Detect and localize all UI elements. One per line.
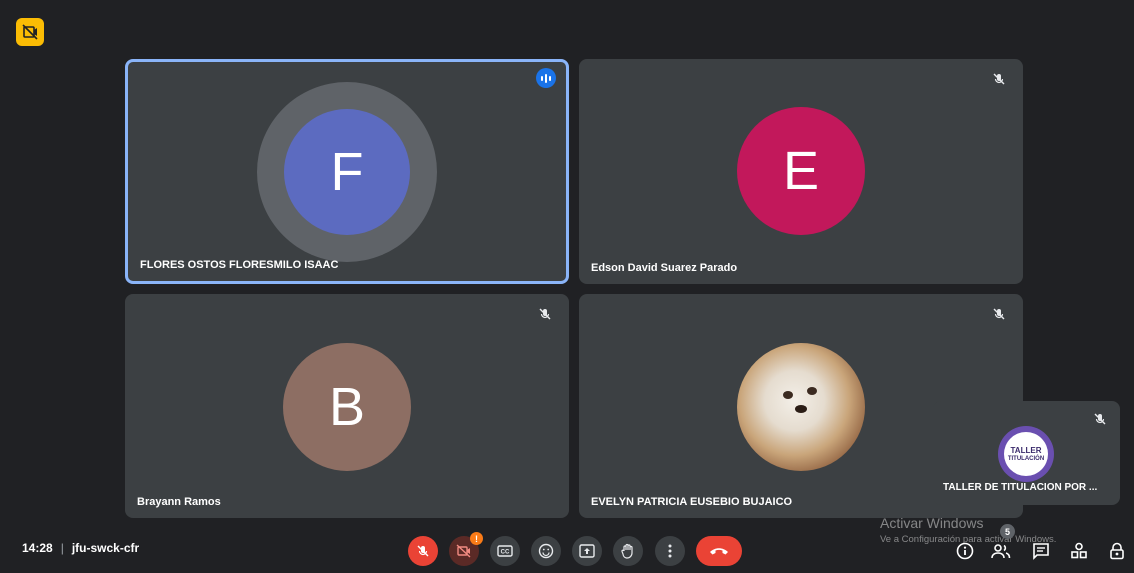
self-view-tile[interactable]: TALLER TITULACIÓN TALLER DE TITULACION P… xyxy=(933,401,1120,505)
info-icon xyxy=(956,542,974,560)
logo-text-taller: TALLER xyxy=(1010,445,1042,455)
avatar-initial: E xyxy=(782,141,820,201)
hidden-self-view-button[interactable] xyxy=(16,18,44,46)
mic-toggle-button[interactable] xyxy=(408,536,438,566)
emoji-button[interactable] xyxy=(531,536,561,566)
speaking-indicator-icon xyxy=(536,68,556,88)
leave-call-button[interactable] xyxy=(696,536,742,566)
svg-text:CC: CC xyxy=(501,550,510,556)
meeting-code: jfu-swck-cfr xyxy=(71,541,140,555)
mic-off-icon xyxy=(533,302,557,326)
people-button[interactable]: 5 xyxy=(988,524,1015,564)
avatar-photo xyxy=(737,343,865,471)
mic-off-icon xyxy=(987,67,1011,91)
camera-off-icon xyxy=(456,544,471,558)
participant-tile-edson[interactable]: E Edson David Suarez Parado xyxy=(579,59,1023,284)
meeting-separator: | xyxy=(60,541,64,555)
more-vert-icon xyxy=(668,544,672,558)
mic-off-icon xyxy=(417,545,429,557)
avatar: E xyxy=(737,107,865,235)
present-button[interactable] xyxy=(572,536,602,566)
avatar-initial: B xyxy=(328,377,366,437)
emoji-icon xyxy=(538,543,554,559)
participant-name: EVELYN PATRICIA EUSEBIO BUJAICO xyxy=(591,496,793,508)
captions-button[interactable]: CC xyxy=(490,536,520,566)
meeting-details: 14:28 | jfu-swck-cfr xyxy=(22,541,139,555)
host-controls-button[interactable] xyxy=(1104,538,1130,564)
camera-toggle-button[interactable]: ! xyxy=(449,532,483,566)
people-icon xyxy=(991,544,1011,559)
lock-person-icon xyxy=(1110,542,1124,560)
watermark-title: Activar Windows xyxy=(880,515,984,531)
mic-off-icon xyxy=(987,302,1011,326)
avatar-initial: F xyxy=(330,142,364,202)
activities-button[interactable] xyxy=(1066,538,1092,564)
participant-name: FLORES OSTOS FLORESMILO ISAAC xyxy=(140,259,339,271)
raise-hand-button[interactable] xyxy=(613,536,643,566)
participant-name: Brayann Ramos xyxy=(137,496,221,508)
hidden-self-view-icon xyxy=(22,24,38,40)
captions-icon: CC xyxy=(497,545,513,557)
participant-tile-brayann[interactable]: B Brayann Ramos xyxy=(125,294,569,518)
end-call-icon xyxy=(710,548,728,555)
self-view-logo: TALLER TITULACIÓN xyxy=(998,426,1054,482)
avatar: F xyxy=(284,109,410,235)
mic-off-icon xyxy=(1088,407,1112,431)
logo-text-titulacion: TITULACIÓN xyxy=(1007,455,1045,462)
meeting-info-button[interactable] xyxy=(952,538,978,564)
chat-button[interactable] xyxy=(1028,538,1054,564)
participant-name: Edson David Suarez Parado xyxy=(591,262,738,274)
raise-hand-icon xyxy=(621,543,633,559)
participant-tile-flores[interactable]: F FLORES OSTOS FLORESMILO ISAAC xyxy=(125,59,569,284)
camera-warning-badge: ! xyxy=(470,532,483,545)
chat-icon xyxy=(1033,543,1049,560)
meeting-time: 14:28 xyxy=(22,541,53,555)
activities-icon xyxy=(1071,542,1087,559)
more-options-button[interactable] xyxy=(655,536,685,566)
present-icon xyxy=(579,544,595,558)
avatar: B xyxy=(283,343,411,471)
people-count-badge: 5 xyxy=(1000,524,1015,539)
self-view-name: TALLER DE TITULACION POR ... xyxy=(943,482,1098,493)
